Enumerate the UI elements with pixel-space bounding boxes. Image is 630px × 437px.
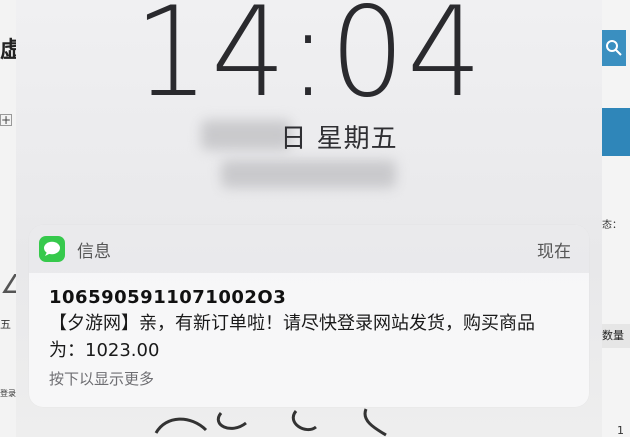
lock-date: 日 星期五 [16, 118, 602, 155]
redacted-info [221, 160, 396, 188]
background-qty-header: 数量 [602, 324, 630, 348]
sender-number: 1065905911071002O3 [49, 287, 287, 308]
angle-icon: ∠ [0, 270, 16, 300]
search-icon [602, 30, 626, 66]
app-name: 信息 [77, 241, 111, 262]
background-row-number: 1 [617, 424, 624, 437]
background-header-band [602, 108, 630, 156]
lock-screen: 14:04 日 星期五 信息 现在 1065905911071002O3 【夕游… [16, 0, 602, 437]
notification-body: 1065905911071002O3 【夕游网】亲，有新订单啦！请尽快登录网站发… [29, 273, 589, 389]
background-login-fragment: 登录 [0, 389, 16, 398]
messages-icon [39, 236, 65, 262]
date-text: 日 星期五 [280, 124, 398, 154]
press-for-more-hint: 按下以显示更多 [49, 370, 155, 388]
notification-time: 现在 [537, 241, 571, 262]
plus-icon: + [0, 113, 12, 127]
background-text-fragment: 五 [0, 318, 11, 331]
message-notification[interactable]: 信息 现在 1065905911071002O3 【夕游网】亲，有新订单啦！请尽… [29, 225, 589, 407]
background-page-right: 态： 数量 1 [602, 0, 630, 437]
notification-header: 信息 现在 [29, 225, 589, 273]
background-status-label: 态： [602, 220, 622, 231]
clock-time: 14:04 [133, 0, 485, 125]
message-text: 【夕游网】亲，有新订单啦！请尽快登录网站发货，购买商品为：1023.00 [49, 313, 535, 361]
background-doodle [154, 408, 387, 437]
background-page-left: 虚 + ∠ 五 登录 [0, 0, 16, 437]
background-title-fragment: 虚 [0, 38, 16, 63]
